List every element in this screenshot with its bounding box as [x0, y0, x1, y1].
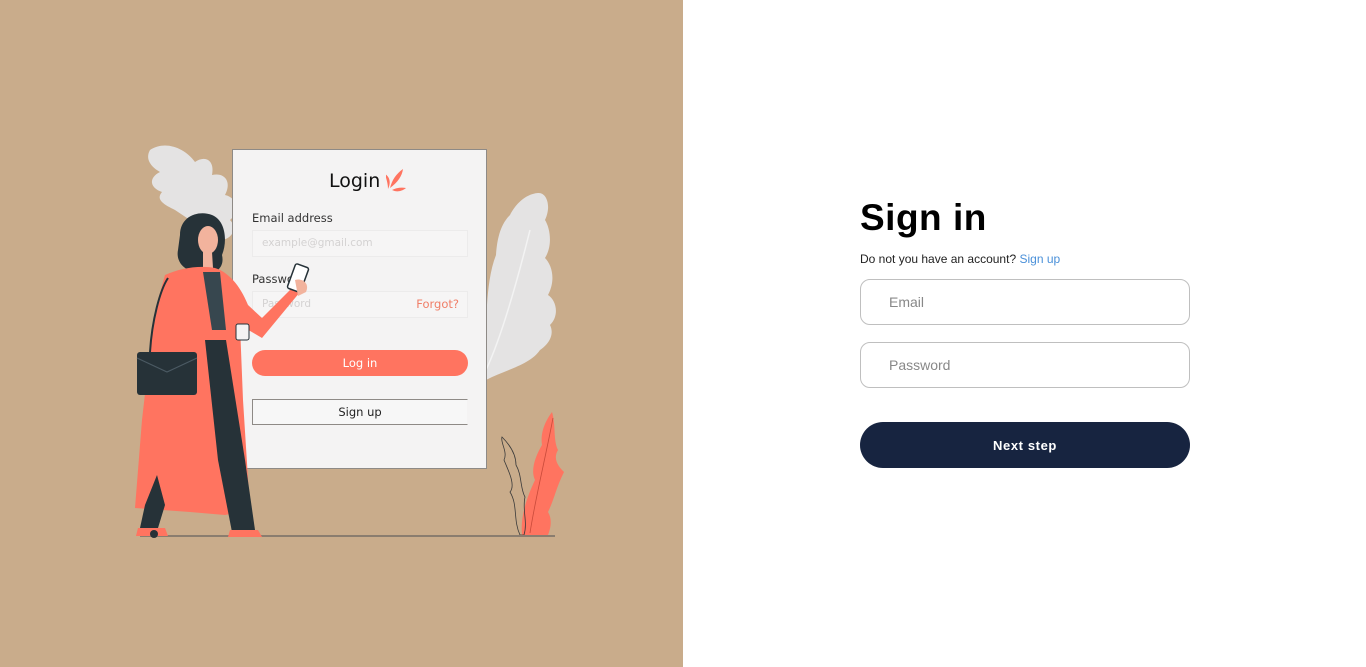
signin-form: Sign in Do not you have an account? Sign… — [860, 196, 1190, 468]
page-title: Sign in — [860, 197, 987, 238]
illustrated-login-card: Login Email address example@gmail.com Pa… — [232, 149, 487, 469]
illustrated-password-label: Password — [252, 272, 306, 286]
next-step-button[interactable]: Next step — [860, 422, 1190, 468]
signup-link[interactable]: Sign up — [1019, 252, 1060, 266]
account-prompt-text: Do not you have an account? — [860, 252, 1017, 266]
password-field[interactable] — [860, 342, 1190, 388]
illustrated-login-button: Log in — [252, 350, 468, 376]
account-prompt: Do not you have an account? Sign up — [860, 252, 1190, 267]
top-left-leaf-shape — [148, 145, 237, 240]
illustrated-card-title: Login — [329, 170, 381, 192]
right-leaf-shape — [486, 192, 556, 380]
outline-plant-shape — [501, 436, 526, 536]
illustrated-forgot-link: Forgot? — [416, 297, 459, 311]
leaf-logo-icon — [386, 169, 406, 192]
signin-panel: Sign in Do not you have an account? Sign… — [683, 0, 1366, 667]
illustrated-email-label: Email address — [252, 211, 333, 225]
illustrated-signup-button: Sign up — [252, 399, 468, 425]
coral-plant-shape — [521, 412, 564, 535]
illustration-panel: Login Email address example@gmail.com Pa… — [0, 0, 683, 667]
illustrated-email-input: example@gmail.com — [252, 230, 468, 257]
email-field[interactable] — [860, 279, 1190, 325]
